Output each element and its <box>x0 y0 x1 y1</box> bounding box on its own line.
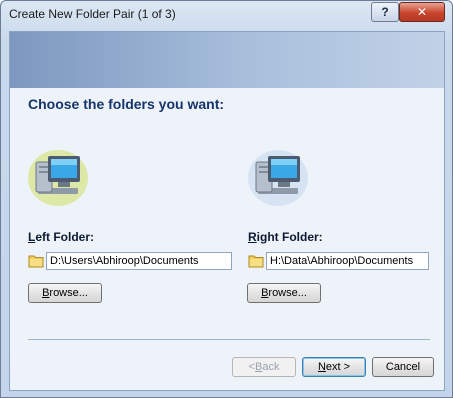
next-text: ext > <box>325 361 351 373</box>
cancel-button[interactable]: Cancel <box>372 357 434 377</box>
right-browse-button[interactable]: Browse... <box>247 283 321 303</box>
help-button[interactable]: ? <box>371 2 399 22</box>
right-browse-text: rowse... <box>268 287 307 299</box>
left-folder-label-text: eft Folder: <box>35 230 95 244</box>
back-button[interactable]: < Back <box>232 357 296 377</box>
folder-icon <box>248 255 264 268</box>
folder-icon <box>28 255 44 268</box>
dialog-window: Create New Folder Pair (1 of 3) ? ✕ Choo… <box>0 0 453 398</box>
next-mnemonic: N <box>317 361 326 373</box>
title-bar[interactable]: Create New Folder Pair (1 of 3) ? ✕ <box>1 1 452 27</box>
left-browse-button[interactable]: Browse... <box>28 283 102 303</box>
right-browse-mnemonic: B <box>261 287 269 299</box>
page-heading: Choose the folders you want: <box>28 96 225 112</box>
left-folder-label: Left Folder: <box>28 230 94 244</box>
close-button[interactable]: ✕ <box>399 2 445 22</box>
next-button[interactable]: Next > <box>302 357 366 377</box>
right-folder-label: Right Folder: <box>248 230 323 244</box>
back-text: ack <box>262 361 280 373</box>
wizard-page: Choose the folders you want: Left Folder… <box>9 31 445 391</box>
back-mnemonic: B <box>254 361 263 373</box>
right-folder-label-mnemonic: R <box>248 230 257 244</box>
window-title: Create New Folder Pair (1 of 3) <box>9 7 176 21</box>
right-folder-label-text: ight Folder: <box>256 230 323 244</box>
left-browse-text: rowse... <box>49 287 88 299</box>
right-folder-path-input[interactable] <box>266 252 429 270</box>
header-banner <box>10 32 444 88</box>
left-folder-path-input[interactable] <box>46 252 232 270</box>
left-browse-mnemonic: B <box>42 287 50 299</box>
computer-icon <box>28 150 88 206</box>
computer-icon <box>248 150 308 206</box>
footer-separator <box>28 339 430 340</box>
